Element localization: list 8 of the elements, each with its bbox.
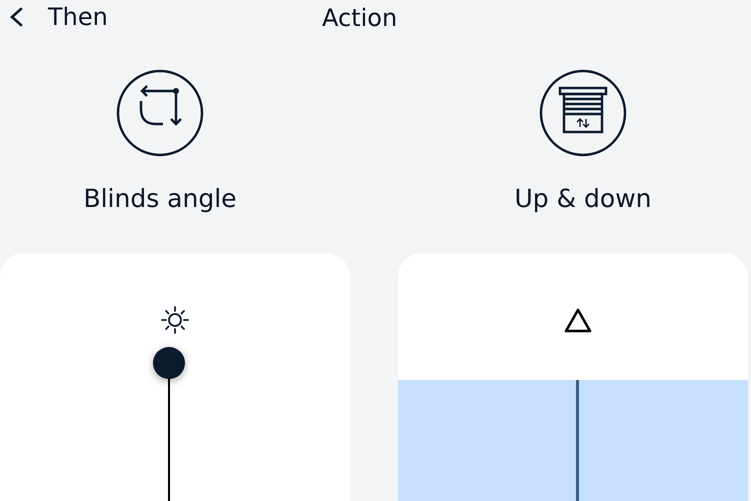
option-label[interactable]: Blinds angle [83,184,237,213]
page-title: Action [322,4,398,32]
option-label[interactable]: Up & down [514,184,652,213]
back-label[interactable]: Then [48,3,108,31]
slider-thumb[interactable] [153,347,185,379]
brightness-icon [159,304,191,336]
up-triangle-icon[interactable] [563,307,593,335]
roller-shutter-icon [539,69,627,157]
